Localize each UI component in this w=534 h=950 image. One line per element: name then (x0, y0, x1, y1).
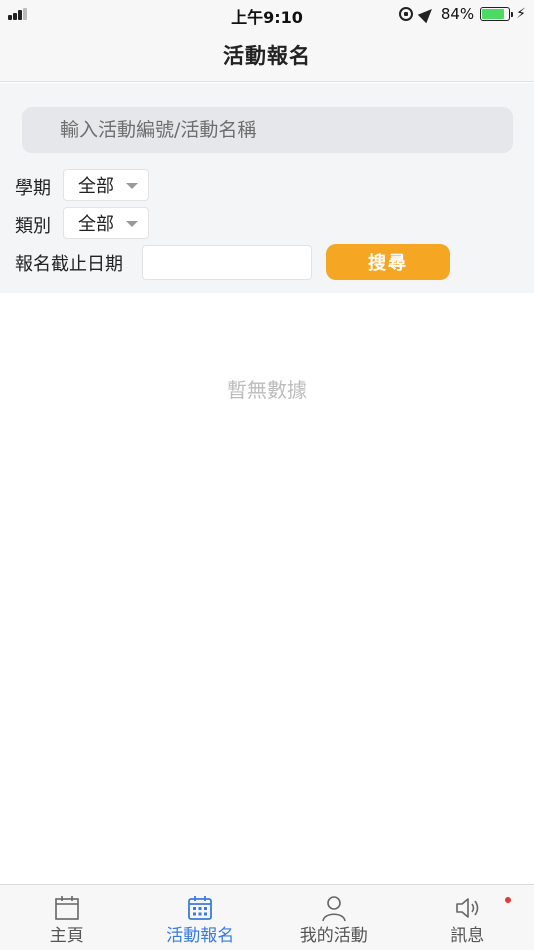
charging-icon: ⚡ (516, 6, 526, 22)
tab-home[interactable]: 主頁 (0, 885, 134, 950)
caret-down-icon (126, 221, 138, 227)
tab-messages[interactable]: 訊息 (401, 885, 534, 950)
tab-label: 訊息 (450, 926, 485, 946)
header: 活動報名 (0, 28, 534, 82)
battery-icon (480, 7, 514, 21)
battery-percent: 84% (440, 5, 475, 23)
semester-select[interactable]: 全部 (63, 169, 149, 201)
location-icon (417, 4, 437, 24)
battery-fill (482, 9, 504, 19)
tab-bar: 主頁 活動報名 我的活動 訊息 (0, 884, 534, 950)
speaker-icon (456, 898, 479, 918)
search-button[interactable]: 搜尋 (326, 244, 450, 280)
caret-down-icon (126, 183, 138, 189)
deadline-date-input[interactable] (142, 245, 312, 280)
semester-value: 全部 (78, 176, 114, 197)
empty-state-text: 暫無數據 (227, 378, 307, 402)
tab-my-activities[interactable]: 我的活動 (267, 885, 401, 950)
tab-label: 我的活動 (299, 926, 368, 946)
status-right: 84% ⚡ (398, 4, 526, 24)
tab-label: 主頁 (49, 926, 84, 946)
rotation-lock-icon (398, 7, 413, 21)
semester-label: 學期 (15, 178, 51, 199)
category-select[interactable]: 全部 (63, 207, 149, 239)
notification-badge (505, 897, 511, 903)
category-label: 類別 (15, 216, 51, 237)
status-bar: 上午9:10 84% ⚡ (0, 0, 534, 28)
category-value: 全部 (78, 214, 114, 235)
tab-activity-signup[interactable]: 活動報名 (134, 885, 268, 950)
calendar-grid-icon (188, 896, 213, 920)
page-title: 活動報名 (223, 43, 311, 68)
filter-panel: 學期 全部 類別 全部 報名截止日期 搜尋 (0, 83, 534, 293)
search-input[interactable] (22, 107, 513, 153)
deadline-label: 報名截止日期 (15, 254, 123, 275)
person-icon (321, 896, 346, 922)
tab-label: 活動報名 (166, 926, 235, 946)
calendar-icon (54, 896, 79, 920)
